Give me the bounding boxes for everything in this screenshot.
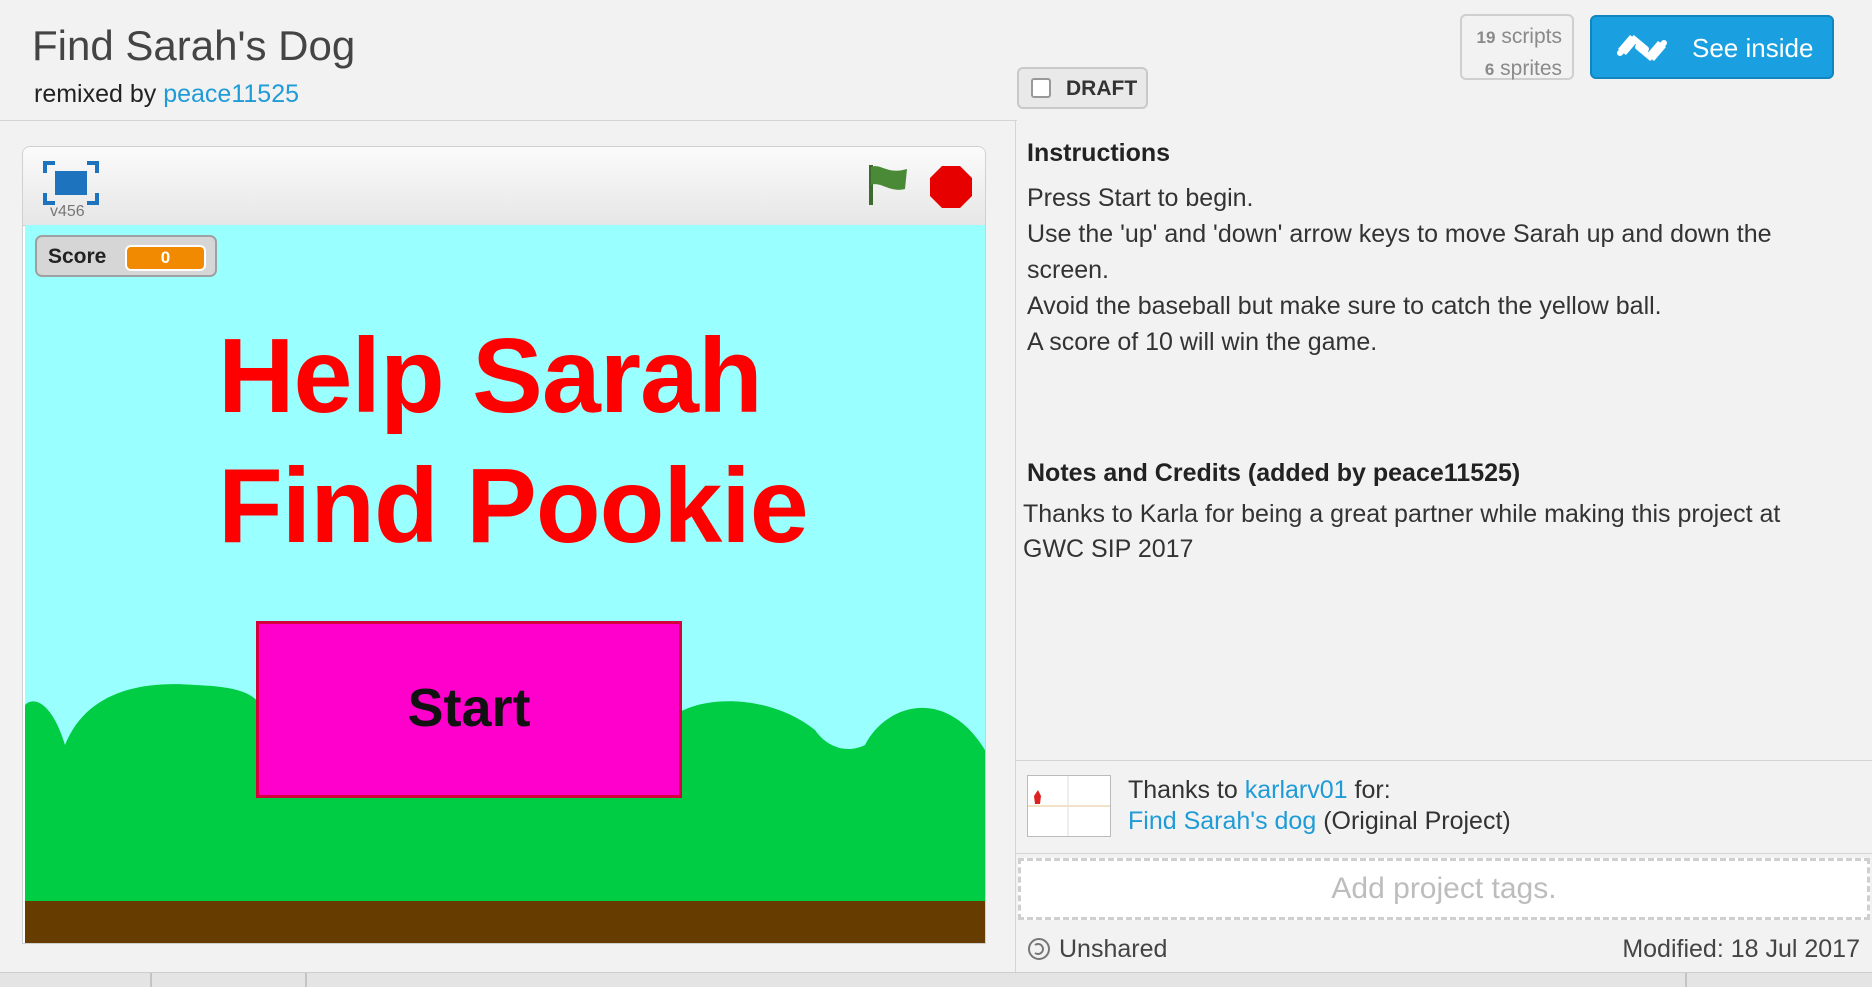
project-counts: 19 scripts 6 sprites: [1460, 14, 1574, 80]
credit-user-link[interactable]: karlarv01: [1245, 776, 1348, 804]
game-title: Help Sarah Find Pookie: [218, 311, 809, 571]
instruction-line: Avoid the baseball but make sure to catc…: [1027, 292, 1662, 320]
instructions-heading: Instructions: [1027, 139, 1171, 167]
see-inside-button[interactable]: See inside: [1590, 15, 1834, 79]
draft-checkbox[interactable]: [1031, 78, 1051, 98]
stop-icon[interactable]: [929, 165, 973, 209]
green-flag-icon[interactable]: [865, 161, 911, 207]
player-controls: v456: [23, 147, 985, 226]
remixed-prefix: remixed by: [34, 80, 157, 108]
header-divider: [0, 120, 1017, 121]
notes-text[interactable]: Thanks to Karla for being a great partne…: [1023, 497, 1843, 567]
sprites-count: 6 sprites: [1484, 57, 1562, 80]
fullscreen-icon[interactable]: [43, 161, 99, 205]
draft-label: DRAFT: [1066, 77, 1138, 100]
original-project-link[interactable]: Find Sarah's dog: [1128, 807, 1316, 835]
strip-divider: [305, 973, 307, 987]
credit-suffix: for:: [1354, 776, 1391, 804]
modified-date: Modified: 18 Jul 2017: [1622, 935, 1860, 963]
original-project-thumbnail[interactable]: [1027, 775, 1111, 837]
stage[interactable]: Score 0 Help Sarah Find Pookie Start: [25, 225, 985, 943]
share-status: Unshared: [1027, 935, 1167, 964]
share-status-label: Unshared: [1059, 935, 1168, 963]
original-project-label: (Original Project): [1323, 807, 1511, 835]
instruction-line: Press Start to begin.: [1027, 184, 1254, 212]
score-label: Score: [48, 245, 107, 268]
remixer-link[interactable]: peace11525: [163, 80, 299, 108]
instruction-line: Use the 'up' and 'down' arrow keys to mo…: [1027, 220, 1772, 284]
start-button[interactable]: Start: [256, 621, 682, 798]
credit-prefix: Thanks to: [1128, 776, 1238, 804]
tags-divider: [1016, 853, 1872, 854]
project-title: Find Sarah's Dog: [32, 22, 356, 69]
remixed-by: remixed by peace11525: [34, 80, 299, 109]
instruction-line: A score of 10 will win the game.: [1027, 328, 1378, 356]
draft-toggle[interactable]: DRAFT: [1017, 67, 1148, 109]
game-title-line-1: Help Sarah: [218, 317, 763, 435]
bottom-tab-strip: [0, 972, 1872, 987]
notes-heading: Notes and Credits (added by peace11525): [1027, 459, 1521, 487]
project-player: v456 Score 0 Help Sarah Find Pookie Star…: [22, 146, 986, 944]
credits-divider: [1016, 760, 1872, 761]
remix-arrows-icon: [1617, 34, 1667, 62]
unshared-icon: [1028, 938, 1050, 960]
strip-divider: [150, 973, 152, 987]
project-info-panel: Instructions Press Start to begin. Use t…: [1015, 120, 1872, 986]
add-tags-field[interactable]: Add project tags.: [1018, 858, 1870, 920]
remix-credit: Thanks to karlarv01 for: Find Sarah's do…: [1128, 775, 1511, 837]
see-inside-label: See inside: [1692, 33, 1814, 63]
instructions-text[interactable]: Press Start to begin. Use the 'up' and '…: [1027, 180, 1847, 360]
scripts-count: 19 scripts: [1476, 25, 1562, 48]
score-monitor: Score 0: [35, 235, 217, 277]
player-version: v456: [50, 203, 85, 220]
game-title-line-2: Find Pookie: [218, 447, 809, 565]
score-value: 0: [125, 245, 206, 271]
strip-divider: [1685, 973, 1687, 987]
